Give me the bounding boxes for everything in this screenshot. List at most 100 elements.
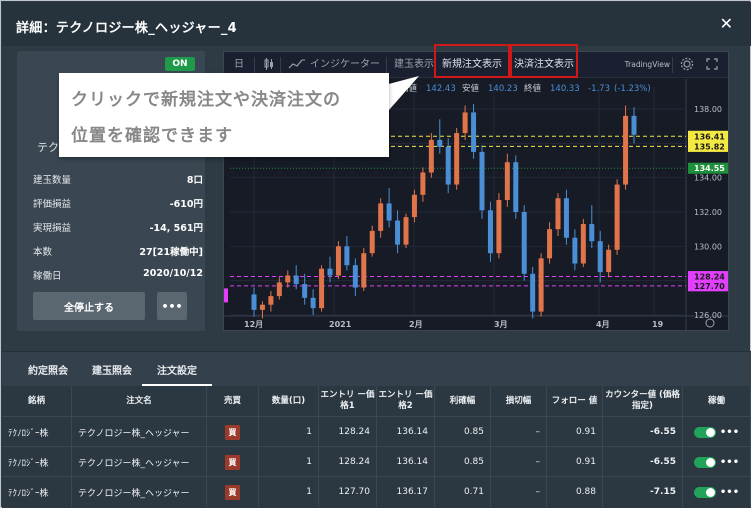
candle-body[interactable] [479, 151, 485, 211]
new-order-display-label: 新規注文表示 [442, 59, 502, 70]
candle-body[interactable] [496, 199, 502, 254]
stop-loss-cell: – [491, 447, 547, 477]
candle-body[interactable] [361, 253, 367, 288]
x-tick-label: 2月 [409, 320, 423, 329]
side-cell: 買 [207, 447, 259, 477]
order-settings-table: 銘柄 注文名 売買 数量(口) エントリ ー価格1 エントリ ー価格2 利確幅 損切幅 フォロー… [2, 386, 751, 508]
fullscreen-icon[interactable] [706, 52, 718, 78]
candle-body[interactable] [580, 224, 586, 264]
candle-body[interactable] [555, 198, 561, 230]
candle-body[interactable] [471, 112, 477, 152]
stop-loss-cell: – [491, 417, 547, 447]
ohlc-field: 140.33 [550, 84, 580, 94]
side-cell: 買 [207, 417, 259, 447]
candle-body[interactable] [302, 284, 308, 298]
candle-body[interactable] [395, 220, 401, 245]
row-more-icon[interactable]: ••• [720, 457, 739, 468]
candle-body[interactable] [521, 212, 527, 274]
candle-body[interactable] [631, 115, 637, 135]
x-tick-label: 19 [652, 320, 664, 329]
table-row[interactable]: ﾃｸﾉﾛｼﾞｰ株 テクノロジー株_ヘッジャー 買 1 128.24 136.14 0.85–… [2, 416, 751, 447]
close-order-display-label: 決済注文表示 [514, 59, 574, 70]
new-order-display-button[interactable]: 新規注文表示 [434, 44, 510, 78]
candle-body[interactable] [563, 198, 569, 238]
entry2-cell: 136.14 [377, 447, 435, 477]
stat-value: 8口 [186, 175, 203, 186]
candle-body[interactable] [327, 268, 333, 276]
candle-body[interactable] [513, 162, 519, 212]
ohlc-field: 142.43 [426, 84, 456, 94]
active-toggle[interactable] [693, 456, 716, 468]
candle-body[interactable] [530, 273, 536, 312]
ohlc-field: (-1.23%) [614, 84, 651, 94]
table-row[interactable]: ﾃｸﾉﾛｼﾞｰ株 テクノロジー株_ヘッジャー 買 1 128.24 136.14 0.85–… [2, 446, 751, 477]
candle-body[interactable] [487, 210, 493, 254]
status-badge[interactable]: ON [165, 57, 195, 71]
toolbar-divider [386, 57, 387, 73]
candle-body[interactable] [428, 139, 434, 173]
candle-body[interactable] [614, 184, 620, 250]
candle-body[interactable] [623, 115, 629, 185]
y-tick-label: 132.00 [694, 208, 722, 217]
tradingview-logo: TradingView [624, 60, 670, 69]
y-tick-label: 138.00 [694, 105, 722, 114]
table-row[interactable]: ﾃｸﾉﾛｼﾞｰ株 テクノロジー株_ヘッジャー 買 1 127.70 136.17 0.71–… [2, 476, 751, 507]
tab-positions[interactable]: 建玉照会 [92, 362, 132, 377]
column-header: 利確幅 [435, 386, 491, 416]
stat-row-realized-pl: 実現損益 -14, 561円 [33, 220, 203, 236]
symbol-cell: ﾃｸﾉﾛｼﾞｰ株 [2, 477, 72, 507]
candle-body[interactable] [352, 265, 358, 288]
candle-body[interactable] [386, 203, 392, 221]
active-toggle[interactable] [693, 426, 716, 438]
active-cell: ••• [683, 477, 751, 507]
candle-body[interactable] [268, 296, 274, 305]
candle-body[interactable] [572, 237, 578, 264]
price-line-label: 135.82 [694, 142, 725, 151]
candle-body[interactable] [403, 217, 409, 245]
more-options-button[interactable]: ••• [157, 292, 187, 320]
candle-body[interactable] [445, 146, 451, 185]
stat-label: 稼働日 [33, 271, 62, 282]
toolbar-divider [672, 57, 673, 73]
candle-body[interactable] [259, 304, 265, 310]
candle-body[interactable] [369, 230, 375, 254]
settings-gear-icon[interactable] [680, 52, 694, 78]
candle-body[interactable] [454, 133, 460, 185]
candle-body[interactable] [437, 139, 443, 147]
position-display-button[interactable]: 建玉表示 [394, 52, 434, 78]
row-more-icon[interactable]: ••• [720, 487, 739, 498]
buy-badge: 買 [225, 424, 240, 440]
candle-body[interactable] [344, 246, 350, 266]
candle-body[interactable] [276, 282, 282, 297]
stat-row-unrealized-pl: 評価損益 -610円 [33, 196, 203, 212]
candle-body[interactable] [335, 246, 341, 276]
candle-body[interactable] [589, 224, 595, 242]
candle-body[interactable] [597, 241, 603, 273]
candle-body[interactable] [293, 275, 299, 285]
candle-body[interactable] [547, 229, 553, 259]
stop-all-button[interactable]: 全停止する [33, 292, 145, 320]
candle-body[interactable] [411, 194, 417, 218]
row-more-icon[interactable]: ••• [720, 427, 739, 438]
follow-cell: 0.88 [547, 477, 603, 507]
candle-body[interactable] [378, 203, 384, 231]
candle-body[interactable] [285, 275, 291, 283]
price-line-label: 127.70 [694, 282, 725, 291]
candle-body[interactable] [504, 162, 510, 200]
toolbar-divider [254, 57, 255, 73]
candle-body[interactable] [251, 294, 257, 310]
stat-label: 本数 [33, 247, 53, 258]
close-icon[interactable]: ✕ [720, 14, 733, 33]
axis-settings-icon[interactable] [705, 318, 715, 328]
ohlc-field: 終値 [524, 83, 542, 94]
close-order-display-button[interactable]: 決済注文表示 [510, 44, 578, 78]
candle-body[interactable] [310, 297, 316, 309]
tab-order-settings[interactable]: 注文設定 [157, 362, 197, 377]
candle-body[interactable] [420, 172, 426, 195]
tab-executions[interactable]: 約定照会 [28, 362, 68, 377]
candle-body[interactable] [606, 249, 612, 273]
candle-body[interactable] [462, 112, 468, 134]
candle-body[interactable] [319, 268, 325, 309]
active-toggle[interactable] [693, 486, 716, 498]
candle-body[interactable] [538, 258, 544, 312]
